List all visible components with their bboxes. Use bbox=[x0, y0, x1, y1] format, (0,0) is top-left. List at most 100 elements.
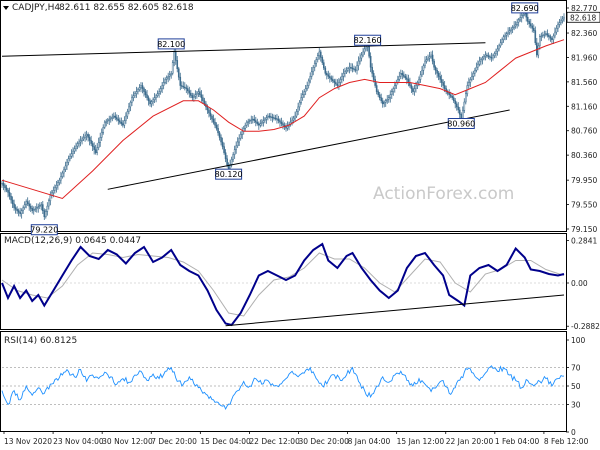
candle-body bbox=[57, 182, 59, 186]
candle-body bbox=[329, 76, 331, 79]
time-tick-label: 30 Nov 12:00 bbox=[102, 437, 153, 446]
candle-body bbox=[309, 76, 311, 82]
candle-body bbox=[52, 190, 55, 194]
candle-body bbox=[173, 51, 176, 63]
candle-body bbox=[223, 146, 225, 153]
candle-body bbox=[389, 94, 392, 98]
candle-body bbox=[552, 35, 555, 40]
candle-body bbox=[304, 88, 307, 92]
candle-body bbox=[398, 76, 401, 80]
candle-body bbox=[455, 103, 458, 108]
macd-tick-label: 0.00 bbox=[571, 279, 588, 288]
rsi-plot bbox=[1, 365, 565, 411]
candle-body bbox=[313, 63, 316, 68]
candle-body bbox=[209, 112, 212, 117]
candle-body bbox=[368, 44, 370, 57]
rsi-line bbox=[1, 365, 565, 411]
candle-body bbox=[436, 70, 438, 74]
time-tick-label: 22 Dec 12:00 bbox=[249, 437, 300, 446]
candle-body bbox=[187, 88, 189, 92]
dropdown-triangle-icon[interactable] bbox=[3, 6, 9, 10]
candle-body bbox=[548, 34, 550, 37]
candle-body bbox=[442, 82, 444, 86]
candle-body bbox=[156, 93, 159, 96]
candle-body bbox=[522, 13, 525, 16]
candle-body bbox=[93, 146, 95, 150]
candle-body bbox=[513, 25, 515, 28]
candle-body bbox=[508, 30, 511, 33]
candle-body bbox=[454, 100, 457, 105]
candle-body bbox=[428, 56, 431, 59]
price-tick-label: 82.770 bbox=[571, 4, 597, 13]
time-axis: 13 Nov 2020 23 Nov 04:0030 Nov 12:007 Dec… bbox=[3, 431, 589, 446]
candle-body bbox=[194, 94, 197, 97]
candle-body bbox=[557, 24, 559, 29]
candle-body bbox=[122, 123, 124, 126]
candle-body bbox=[128, 106, 130, 112]
candle-body bbox=[214, 121, 216, 126]
rsi-label: RSI(14) 60.8125 bbox=[4, 336, 77, 346]
candle-body bbox=[2, 182, 5, 186]
candle-body bbox=[49, 195, 52, 202]
candle-body bbox=[60, 176, 62, 181]
candle-body bbox=[193, 95, 195, 98]
candle-body bbox=[474, 70, 476, 74]
candle-body bbox=[558, 22, 561, 25]
candle-body bbox=[100, 132, 103, 138]
candle-body bbox=[381, 100, 384, 105]
candle-body bbox=[481, 57, 484, 60]
candle-body bbox=[126, 111, 129, 117]
candle-body bbox=[258, 123, 260, 126]
candle-body bbox=[168, 74, 171, 77]
candle-body bbox=[390, 91, 393, 95]
rsi-axis: 100 70 50 30 0 bbox=[566, 336, 586, 437]
candle-body bbox=[155, 95, 157, 98]
candle-body bbox=[235, 145, 237, 150]
time-tick-label: 22 Jan 20:00 bbox=[446, 437, 494, 446]
candle-body bbox=[507, 31, 509, 34]
candle-body bbox=[185, 87, 188, 89]
candle-body bbox=[443, 85, 446, 89]
candle-body bbox=[239, 134, 242, 139]
candle-body bbox=[58, 179, 61, 183]
candle-body bbox=[26, 201, 29, 205]
candle-body bbox=[5, 187, 8, 191]
candle-body bbox=[10, 195, 12, 201]
candle-body bbox=[469, 79, 472, 83]
current-price-label: 82.618 bbox=[570, 13, 596, 22]
candle-body bbox=[119, 120, 121, 123]
candle-body bbox=[230, 159, 233, 165]
candle-body bbox=[273, 117, 275, 119]
candle-body bbox=[318, 51, 321, 57]
candle-body bbox=[4, 185, 6, 189]
candle-body bbox=[61, 172, 64, 177]
candle-body bbox=[251, 118, 254, 121]
candle-body bbox=[418, 79, 420, 83]
candle-body bbox=[430, 54, 432, 57]
price-tick-label: 80.760 bbox=[571, 127, 597, 136]
candle-body bbox=[159, 88, 162, 92]
candle-body bbox=[460, 113, 463, 119]
time-tick-label: 8 Jan 04:00 bbox=[348, 437, 391, 446]
candle-body bbox=[357, 60, 360, 66]
rsi-tick-label: 30 bbox=[571, 400, 581, 409]
candle-body bbox=[87, 134, 89, 138]
candle-body bbox=[206, 106, 209, 111]
time-tick-label: 7 Dec 20:00 bbox=[151, 437, 197, 446]
rsi-tick-label: 100 bbox=[571, 336, 586, 345]
candle-body bbox=[387, 97, 390, 100]
candle-body bbox=[120, 121, 123, 124]
candle-body bbox=[359, 57, 361, 62]
candle-body bbox=[123, 120, 126, 126]
candle-body bbox=[440, 79, 443, 83]
candle-body bbox=[1, 182, 3, 185]
candle-body bbox=[161, 85, 163, 89]
candle-body bbox=[215, 124, 218, 129]
candle-body bbox=[412, 88, 414, 92]
candle-body bbox=[561, 18, 564, 22]
candle-body bbox=[167, 76, 169, 79]
candle-body bbox=[25, 201, 27, 205]
candle-body bbox=[297, 106, 299, 112]
macd-main-line bbox=[1, 242, 565, 327]
candle-body bbox=[131, 97, 133, 103]
